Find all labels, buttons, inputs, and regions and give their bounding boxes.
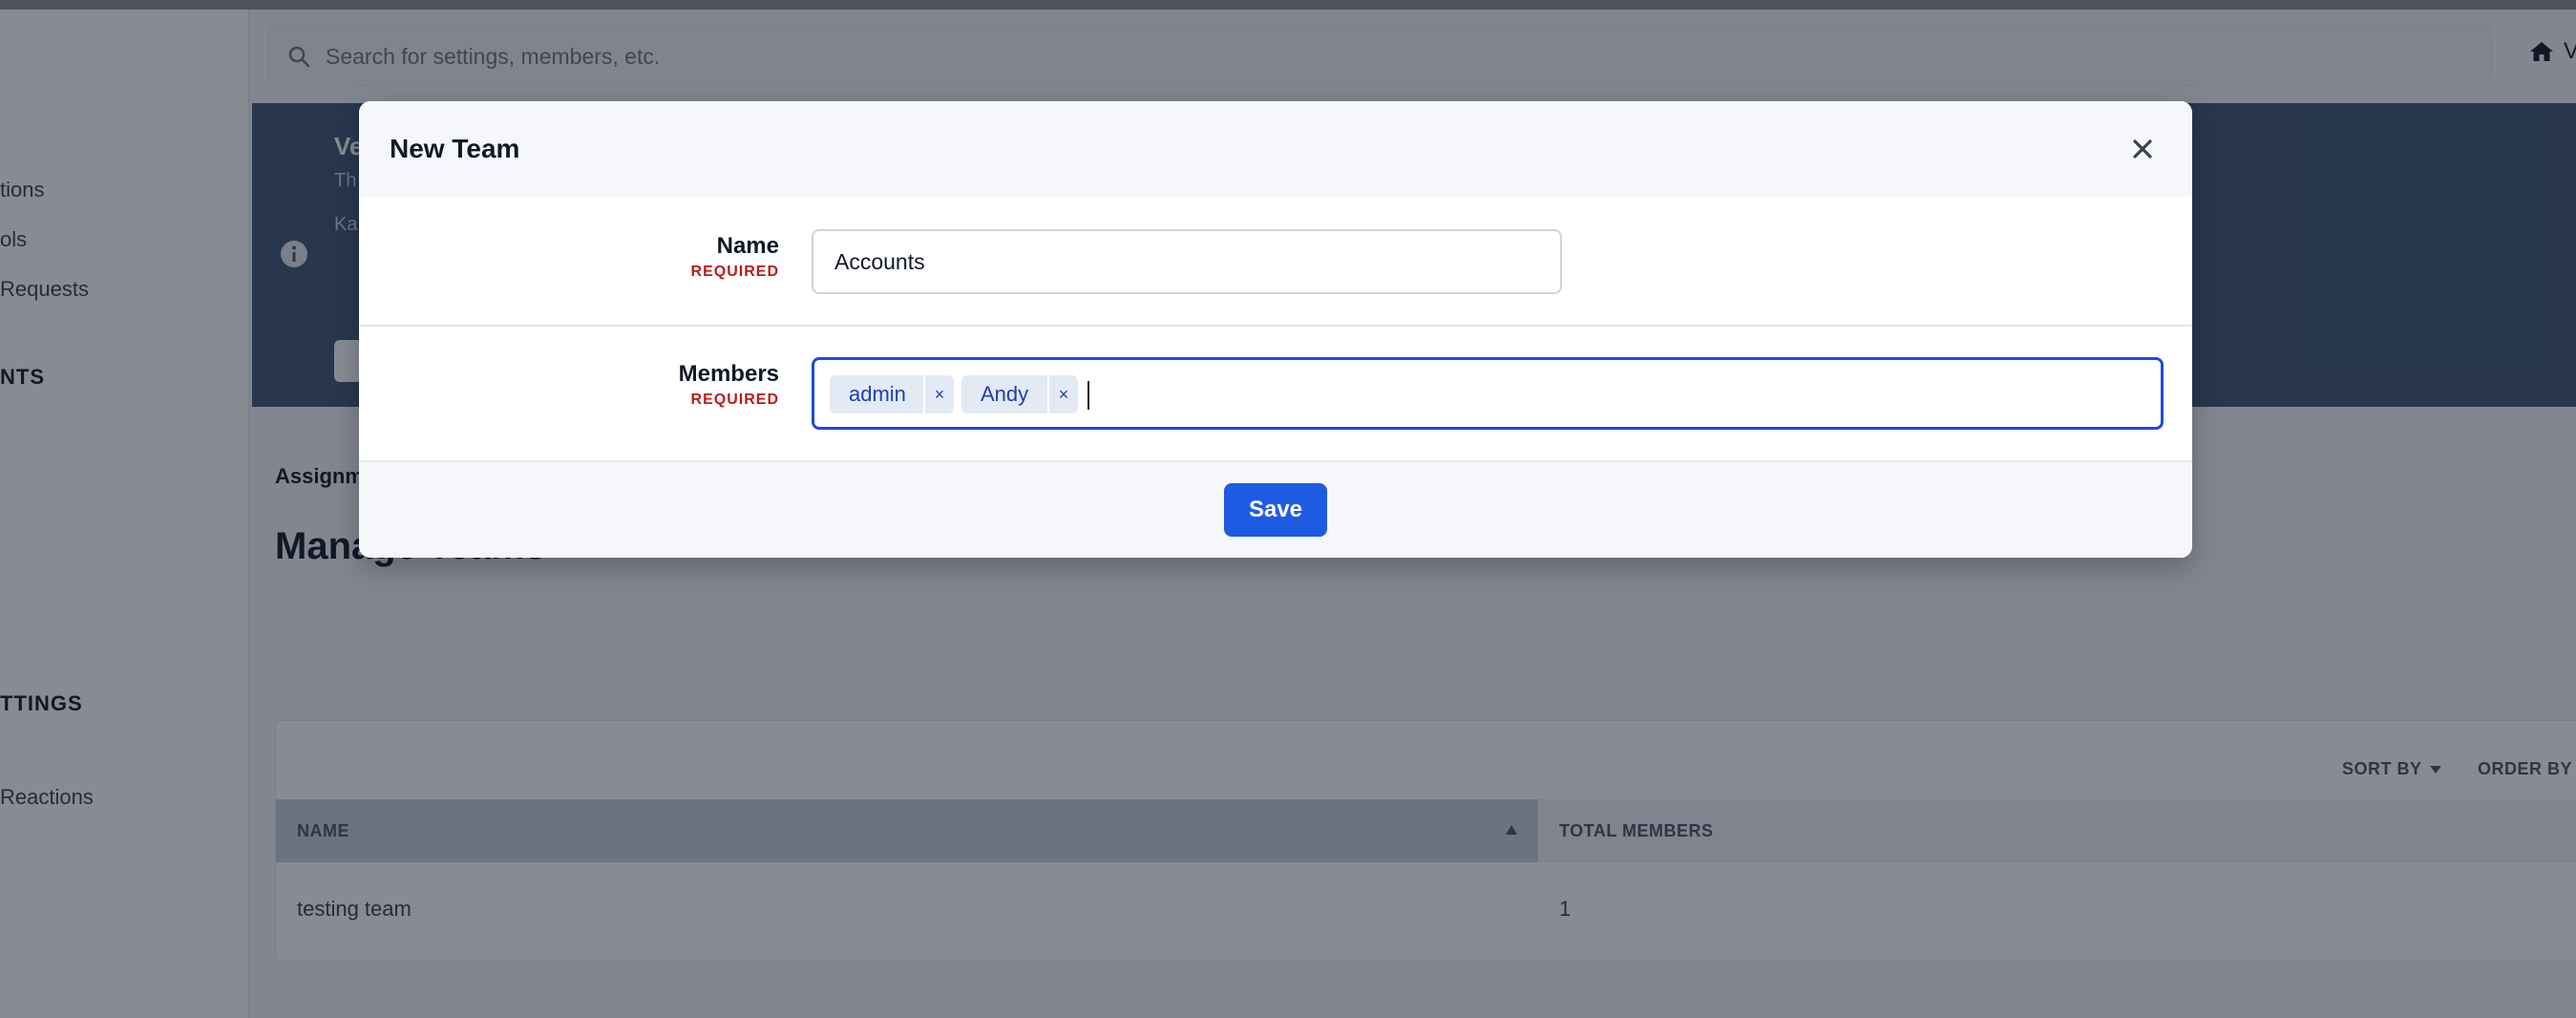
save-button[interactable]: Save [1224,483,1327,537]
divider [359,325,2192,327]
member-chip-admin: admin × [830,375,954,414]
name-label: Name [716,233,779,259]
member-chip-andy: Andy × [961,375,1078,414]
name-required-badge: REQUIRED [690,264,779,280]
members-required-badge: REQUIRED [690,392,779,408]
modal-header: New Team [359,101,2192,197]
member-chip-label: Andy [981,382,1029,406]
new-team-modal: New Team Name REQUIRED Members REQUIRED … [359,101,2192,558]
members-label: Members [678,361,779,387]
team-name-input[interactable] [812,229,1562,294]
modal-footer: Save [359,462,2192,558]
remove-member-icon[interactable]: × [1049,375,1078,414]
remove-member-icon[interactable]: × [925,375,954,414]
modal-title: New Team [390,134,520,163]
member-chip-label: admin [849,382,906,406]
close-icon[interactable] [2125,132,2160,166]
members-multiselect[interactable]: admin × Andy × [812,357,2164,430]
text-cursor [1087,381,1089,410]
